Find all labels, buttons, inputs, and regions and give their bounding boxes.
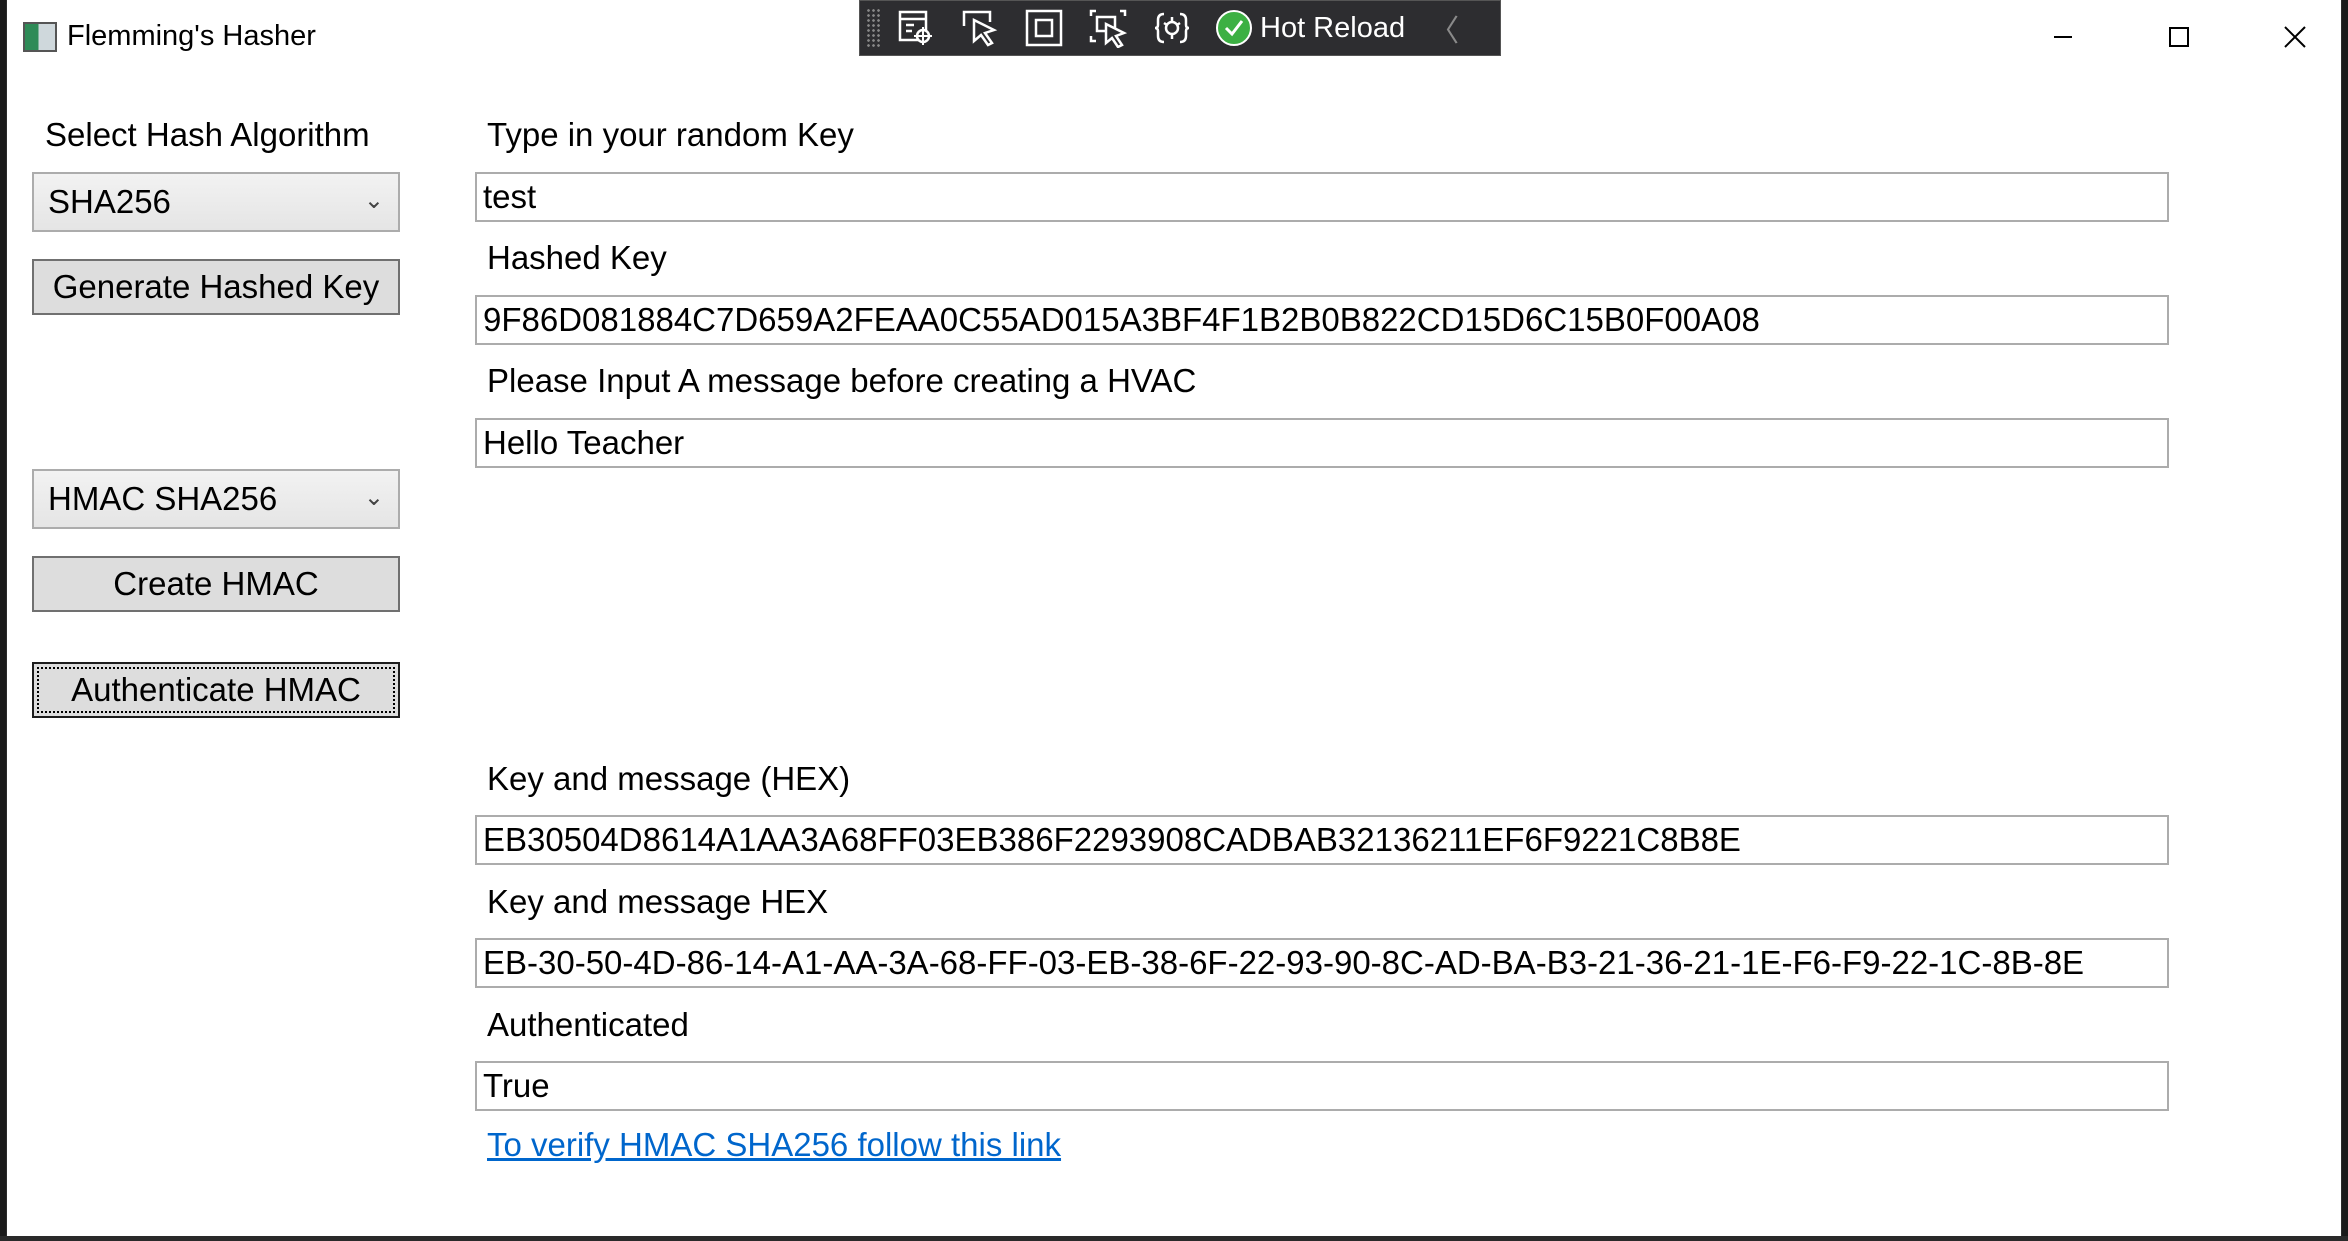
xaml-binding-icon — [1154, 12, 1190, 44]
authenticate-hmac-button[interactable]: Authenticate HMAC — [32, 662, 400, 718]
track-focus-icon — [1089, 9, 1128, 48]
message-label: Please Input A message before creating a… — [487, 362, 1197, 399]
toolbar-grip[interactable] — [866, 8, 880, 48]
authenticated-field[interactable]: True — [475, 1061, 2169, 1111]
message-input[interactable]: Hello Teacher — [475, 418, 2169, 468]
select-element-icon — [962, 10, 998, 47]
hot-reload-check-icon — [1216, 10, 1252, 46]
xaml-binding-failures-button[interactable] — [1146, 5, 1198, 51]
key-label: Type in your random Key — [487, 116, 854, 153]
hashed-key-field[interactable]: 9F86D081884C7D659A2FEAA0C55AD015A3BF4F1B… — [475, 295, 2169, 345]
verify-hmac-link[interactable]: To verify HMAC SHA256 follow this link — [487, 1126, 1061, 1164]
close-icon — [2284, 26, 2306, 48]
app-icon — [23, 22, 57, 52]
display-layout-adorners-icon — [1025, 9, 1063, 47]
hex-label: Key and message (HEX) — [487, 760, 851, 797]
minimize-button[interactable] — [2005, 0, 2121, 74]
algorithm-label: Select Hash Algorithm — [45, 116, 370, 153]
chevron-down-icon: ⌄ — [363, 186, 384, 214]
authenticate-hmac-label: Authenticate HMAC — [71, 671, 361, 708]
authenticated-label: Authenticated — [487, 1006, 689, 1043]
create-hmac-button[interactable]: Create HMAC — [32, 556, 400, 612]
display-layout-adorners-button[interactable] — [1018, 5, 1070, 51]
hot-reload-label: Hot Reload — [1260, 11, 1406, 44]
maximize-button[interactable] — [2121, 0, 2237, 74]
hmac-algorithm-select[interactable]: HMAC SHA256 ⌄ — [32, 469, 400, 529]
close-button[interactable] — [2237, 0, 2348, 74]
app-window: Flemming's Hasher Hot Reload 〈 Select Ha… — [6, 0, 2342, 1236]
taskbar-edge — [0, 1236, 2348, 1241]
hash-algorithm-value: SHA256 — [48, 183, 171, 220]
hex-field[interactable]: EB30504D8614A1AA3A68FF03EB386F2293908CAD… — [475, 815, 2169, 865]
track-focus-button[interactable] — [1082, 5, 1134, 51]
collapse-toolbar-icon[interactable]: 〈 — [1429, 6, 1459, 50]
xaml-debug-toolbar: Hot Reload 〈 — [859, 0, 1501, 56]
select-element-button[interactable] — [954, 5, 1006, 51]
hot-reload-button[interactable]: Hot Reload 〈 — [1216, 6, 1459, 50]
live-visual-tree-icon — [898, 10, 932, 45]
hex-dashed-label: Key and message HEX — [487, 883, 829, 920]
maximize-icon — [2169, 27, 2189, 47]
hex-dashed-field[interactable]: EB-30-50-4D-86-14-A1-AA-3A-68-FF-03-EB-3… — [475, 938, 2169, 988]
hmac-algorithm-value: HMAC SHA256 — [48, 480, 278, 517]
key-input[interactable]: test — [475, 172, 2169, 222]
window-title: Flemming's Hasher — [67, 20, 316, 52]
hashed-key-label: Hashed Key — [487, 239, 667, 276]
generate-hashed-key-button[interactable]: Generate Hashed Key — [32, 259, 400, 315]
live-visual-tree-button[interactable] — [890, 5, 942, 51]
minimize-icon — [2054, 36, 2072, 38]
chevron-down-icon: ⌄ — [363, 483, 384, 511]
hash-algorithm-select[interactable]: SHA256 ⌄ — [32, 172, 400, 232]
